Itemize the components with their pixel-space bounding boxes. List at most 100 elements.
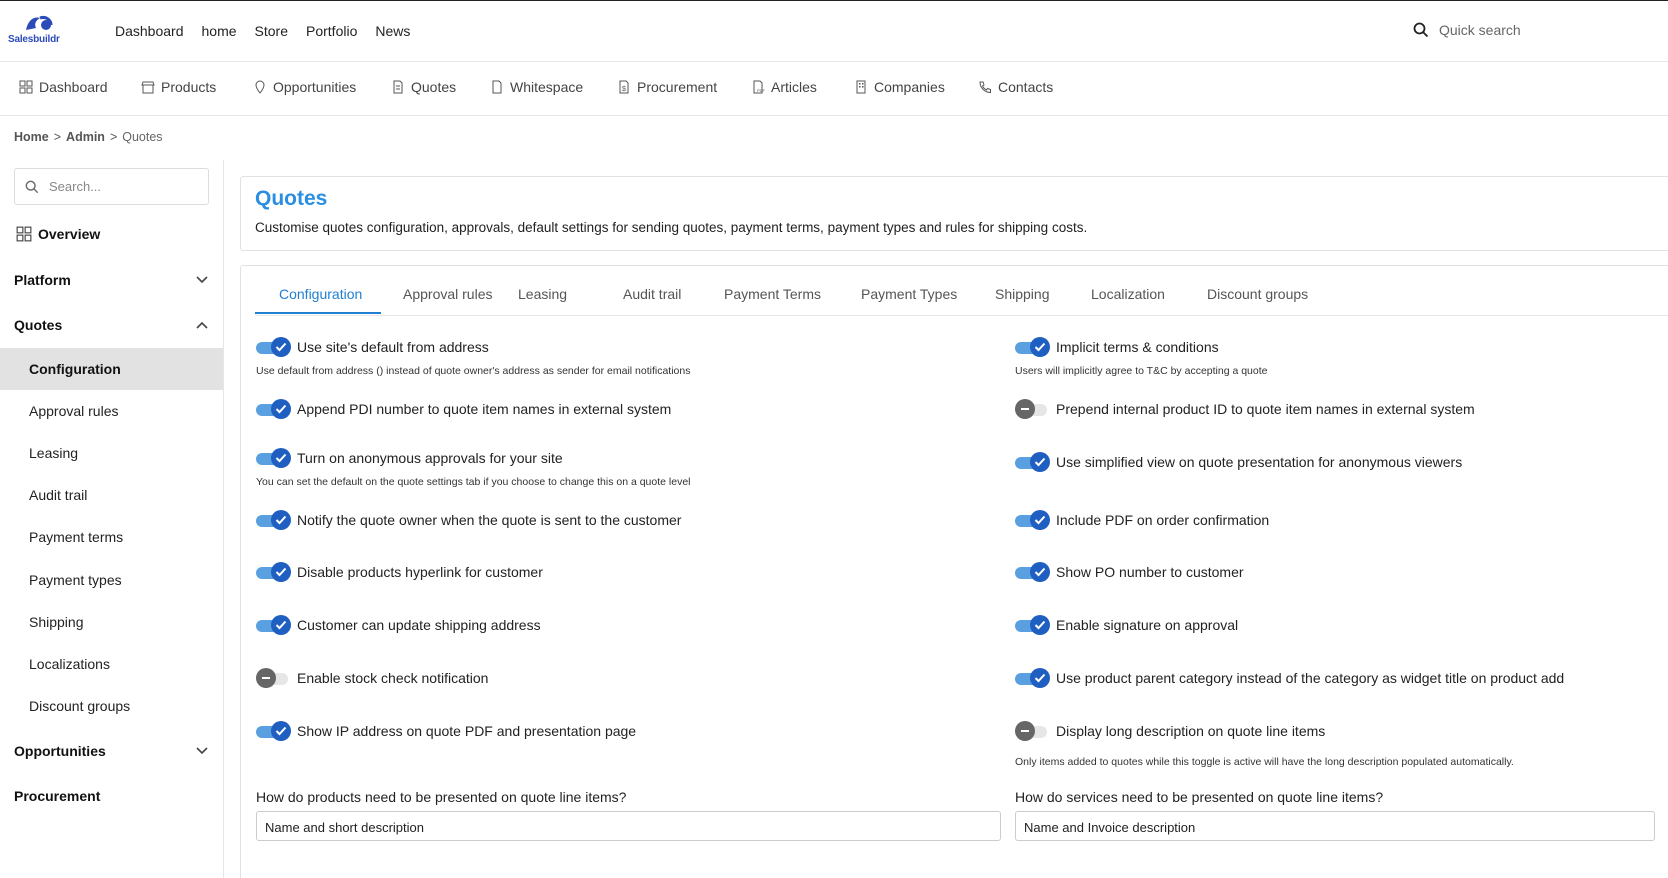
sidebar-group-platform[interactable]: Platform [14,272,208,288]
module-label: Opportunities [273,79,357,95]
check-icon [1034,342,1046,352]
toggle[interactable] [1015,399,1049,419]
module-articles[interactable]: PDF Articles [751,79,817,95]
check-icon [1034,620,1046,630]
setting-simplified-view: Use simplified view on quote presentatio… [1015,452,1462,472]
module-whitespace[interactable]: Whitespace [490,79,583,95]
services-presentation-select[interactable]: Name and Invoice description [1015,811,1655,841]
sidebar-item-shipping[interactable]: Shipping [0,601,223,643]
topnav-store[interactable]: Store [255,23,288,39]
toggle[interactable] [256,337,291,357]
setting-description: Only items added to quotes while this to… [1015,756,1514,768]
module-label: Quotes [411,79,457,95]
toggle[interactable] [256,562,291,582]
check-icon [275,726,287,736]
topnav-portfolio[interactable]: Portfolio [306,23,357,39]
tab-audit-trail[interactable]: Audit trail [623,286,681,302]
sidebar-search-input[interactable]: Search... [14,168,209,205]
check-icon [275,404,287,414]
setting-label: Enable stock check notification [297,670,489,686]
toggle[interactable] [256,510,291,530]
minus-icon [262,677,270,679]
breadcrumb-home[interactable]: Home [14,130,49,144]
topnav-dashboard[interactable]: Dashboard [115,23,184,39]
toggle[interactable] [1015,668,1050,688]
logo-text: Salesbuildr [8,34,60,45]
module-opportunities[interactable]: Opportunities [253,79,356,95]
toggle[interactable] [1015,562,1050,582]
sidebar-item-localizations[interactable]: Localizations [0,643,223,685]
module-quotes[interactable]: Quotes [391,79,456,95]
toggle[interactable] [1015,452,1050,472]
toggle[interactable] [256,721,291,741]
setting-label: Turn on anonymous approvals for your sit… [297,450,563,466]
sidebar-item-payment-terms[interactable]: Payment terms [0,516,223,558]
setting-label: Customer can update shipping address [297,617,541,633]
toggle[interactable] [256,399,291,419]
tab-discount-groups[interactable]: Discount groups [1207,286,1308,302]
quick-search-placeholder: Quick search [1439,22,1521,38]
quick-search[interactable]: Quick search [1413,22,1521,38]
products-presentation-select[interactable]: Name and short description [256,811,1001,841]
setting-label: Implicit terms & conditions [1056,339,1219,355]
active-tab-indicator [255,312,381,314]
svg-text:$: $ [622,86,626,93]
module-dashboard[interactable]: Dashboard [19,79,108,95]
minus-icon [1021,408,1029,410]
setting-label: Show IP address on quote PDF and present… [297,723,637,739]
module-label: Contacts [998,79,1054,95]
toggle[interactable] [1015,615,1050,635]
check-icon [1034,515,1046,525]
tab-leasing[interactable]: Leasing [518,286,567,302]
setting-prepend-product-id: Prepend internal product ID to quote ite… [1015,399,1475,419]
sidebar-item-overview[interactable]: Overview [16,226,100,242]
toggle[interactable] [1015,721,1049,741]
setting-label: Append PDI number to quote item names in… [297,401,672,417]
sidebar-item-approval-rules[interactable]: Approval rules [0,390,223,432]
top-navigation: Dashboard home Store Portfolio News [115,23,410,39]
breadcrumb-separator: > [109,130,118,144]
toggle[interactable] [256,448,291,468]
sidebar-item-leasing[interactable]: Leasing [0,432,223,474]
toggle[interactable] [256,615,291,635]
breadcrumb-admin[interactable]: Admin [66,130,105,144]
sidebar-group-label: Opportunities [14,743,106,759]
setting-label: Include PDF on order confirmation [1056,512,1270,528]
tab-approval-rules[interactable]: Approval rules [403,286,493,302]
salesbuildr-logo[interactable]: Salesbuildr [8,14,72,50]
store-icon [141,81,155,94]
module-companies[interactable]: Companies [854,79,945,95]
sidebar-item-discount-groups[interactable]: Discount groups [0,685,223,727]
sidebar-group-quotes[interactable]: Quotes [14,317,208,333]
tab-bar: Configuration Approval rules Leasing Aud… [255,266,1668,316]
search-icon [25,180,39,193]
toggle[interactable] [1015,337,1050,357]
setting-label: Enable signature on approval [1056,617,1239,633]
module-contacts[interactable]: Contacts [978,79,1053,95]
sidebar-group-procurement[interactable]: Procurement [14,788,208,804]
setting-long-description: Display long description on quote line i… [1015,721,1325,741]
breadcrumb-separator: > [53,130,62,144]
module-procurement[interactable]: $ Procurement [617,79,717,95]
sidebar-item-configuration[interactable]: Configuration [0,348,223,390]
tab-configuration[interactable]: Configuration [279,286,362,302]
tab-shipping[interactable]: Shipping [995,286,1050,302]
toggle[interactable] [1015,510,1050,530]
sidebar-group-opportunities[interactable]: Opportunities [14,743,208,759]
sidebar-item-payment-types[interactable]: Payment types [0,559,223,601]
topnav-news[interactable]: News [375,23,410,39]
setting-stock-check-notification: Enable stock check notification [256,668,489,688]
module-label: Dashboard [39,79,108,95]
settings-card: Configuration Approval rules Leasing Aud… [240,265,1668,878]
sidebar-item-audit-trail[interactable]: Audit trail [0,474,223,516]
topnav-home[interactable]: home [202,23,237,39]
tab-localization[interactable]: Localization [1091,286,1165,302]
module-products[interactable]: Products [141,79,216,95]
setting-use-default-from-address: Use site's default from address [256,337,489,357]
module-label: Whitespace [510,79,584,95]
setting-show-ip-address: Show IP address on quote PDF and present… [256,721,637,741]
toggle[interactable] [256,668,290,688]
setting-description: Use default from address () instead of q… [256,365,691,377]
tab-payment-types[interactable]: Payment Types [861,286,957,302]
tab-payment-terms[interactable]: Payment Terms [724,286,821,302]
